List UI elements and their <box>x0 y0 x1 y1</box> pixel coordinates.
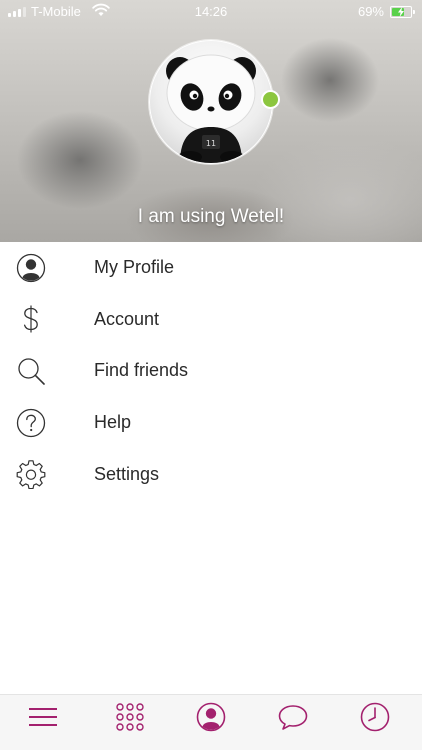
avatar[interactable]: 11 <box>149 40 273 164</box>
side-menu: My Profile Account Find friends Help Set… <box>0 242 422 500</box>
menu-item-settings[interactable]: Settings <box>0 448 422 500</box>
user-circle-icon <box>16 253 46 283</box>
profile-header: T-Mobile 14:26 69% 11 I am using Wetel! <box>0 0 422 242</box>
chat-icon <box>277 703 309 736</box>
panda-figurine-photo: 11 <box>166 54 256 163</box>
online-status-indicator <box>261 90 280 109</box>
search-icon <box>16 356 46 386</box>
contacts-icon <box>196 702 226 737</box>
help-circle-icon <box>16 408 46 438</box>
menu-item-label: My Profile <box>94 257 175 278</box>
menu-item-account[interactable]: Account <box>0 294 422 346</box>
menu-item-my-profile[interactable]: My Profile <box>0 242 422 294</box>
menu-item-find-friends[interactable]: Find friends <box>0 345 422 397</box>
tab-contacts[interactable] <box>195 702 227 737</box>
menu-icon <box>28 705 58 734</box>
gear-icon <box>16 459 46 490</box>
menu-item-help[interactable]: Help <box>0 397 422 449</box>
dollar-icon <box>16 304 46 334</box>
battery-charging-icon <box>390 6 415 18</box>
tab-menu[interactable] <box>27 703 59 735</box>
status-bar: T-Mobile 14:26 69% <box>0 0 422 24</box>
menu-item-label: Account <box>94 308 160 329</box>
tab-chat[interactable] <box>277 703 309 735</box>
dialpad-icon <box>115 702 145 737</box>
menu-item-label: Help <box>94 412 132 433</box>
tab-recents[interactable] <box>359 702 391 737</box>
tab-dialpad[interactable] <box>114 702 146 737</box>
status-message[interactable]: I am using Wetel! <box>0 206 422 228</box>
menu-item-label: Find friends <box>94 360 189 381</box>
recents-clock-icon <box>360 702 390 737</box>
bottom-tab-bar <box>0 694 422 750</box>
battery-percent: 69% <box>357 4 384 19</box>
menu-item-label: Settings <box>94 463 160 484</box>
svg-text:11: 11 <box>206 139 216 148</box>
